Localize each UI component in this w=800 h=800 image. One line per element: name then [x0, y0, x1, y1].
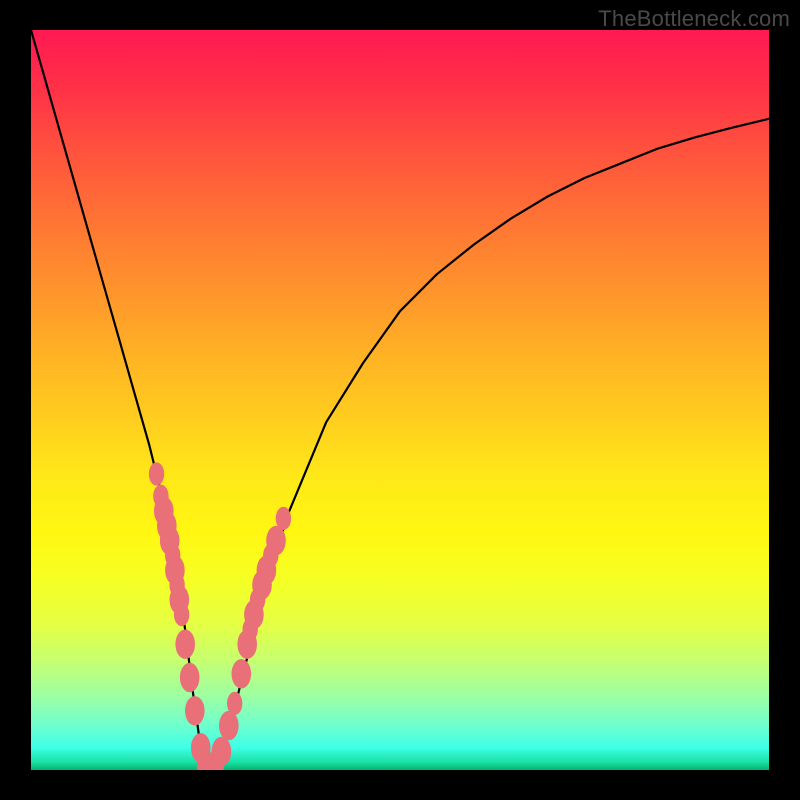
data-marker — [212, 737, 232, 766]
data-marker — [227, 692, 242, 715]
data-marker — [174, 603, 189, 626]
data-marker — [175, 630, 195, 659]
bottleneck-curve — [31, 30, 769, 770]
plot-area — [31, 30, 769, 770]
data-marker — [276, 507, 291, 530]
data-marker — [266, 526, 286, 555]
chart-frame: TheBottleneck.com — [0, 0, 800, 800]
data-marker — [185, 696, 205, 725]
data-marker — [149, 462, 164, 485]
watermark-text: TheBottleneck.com — [598, 6, 790, 32]
data-marker — [180, 663, 200, 692]
data-marker — [232, 659, 252, 688]
data-marker — [219, 711, 239, 740]
